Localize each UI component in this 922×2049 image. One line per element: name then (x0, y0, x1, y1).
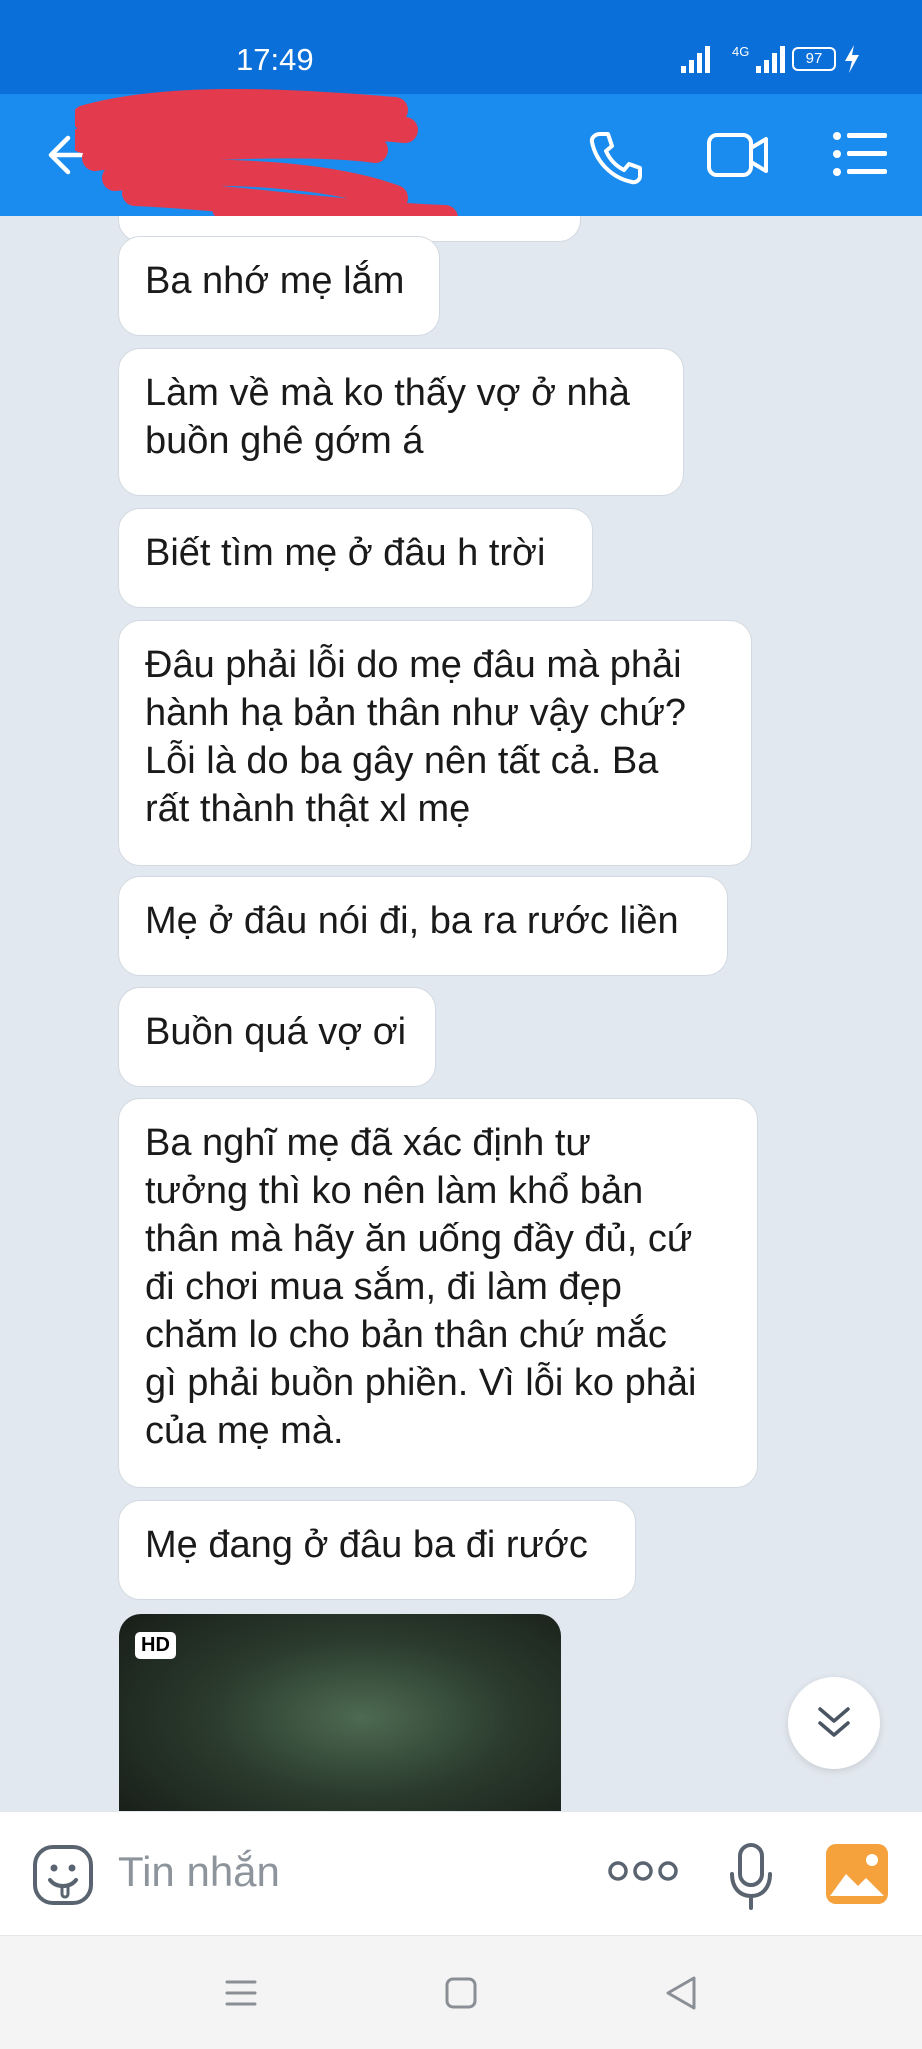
message-bubble[interactable]: Ba nhớ mẹ lắm (118, 236, 440, 336)
message-input-bar: Tin nhắn (0, 1811, 922, 1936)
double-chevron-down-icon (818, 1707, 850, 1737)
status-bar: 17:49 4G 97 (0, 0, 922, 94)
signal-icon (681, 46, 710, 73)
status-time: 17:49 (236, 42, 314, 77)
phone-call-icon[interactable] (586, 128, 644, 186)
network-type: 4G (732, 44, 750, 59)
message-bubble[interactable]: Làm về mà ko thấy vợ ở nhà buồn ghê gớm … (118, 348, 684, 496)
microphone-icon[interactable] (728, 1842, 774, 1912)
message-bubble[interactable]: Buồn quá vợ ơi (118, 987, 436, 1087)
photo-gallery-icon[interactable] (826, 1844, 888, 1904)
message-bubble[interactable]: Biết tìm mẹ ở đâu h trời (118, 508, 593, 608)
photo-message[interactable]: HD (119, 1614, 561, 1844)
more-options-icon[interactable] (608, 1856, 678, 1886)
message-input[interactable]: Tin nhắn (118, 1848, 280, 1896)
message-bubble[interactable]: Mẹ ở đâu nói đi, ba ra rước liền (118, 876, 728, 976)
video-call-icon[interactable] (706, 130, 770, 180)
back-nav-icon[interactable] (664, 1974, 698, 2012)
sticker-emoji-icon[interactable] (32, 1844, 94, 1906)
message-bubble[interactable]: Ba nghĩ mẹ đã xác định tư tưởng thì ko n… (118, 1098, 758, 1488)
menu-list-icon[interactable] (832, 128, 888, 180)
message-list[interactable]: Ba nhớ mẹ lắm Làm về mà ko thấy vợ ở nhà… (0, 216, 922, 1811)
battery-level: 97 (805, 50, 823, 67)
system-nav-bar (0, 1935, 922, 2049)
battery-icon: 97 (792, 47, 836, 71)
scroll-to-bottom-button[interactable] (788, 1677, 880, 1769)
charging-icon (845, 45, 859, 73)
hd-badge: HD (135, 1632, 176, 1659)
recent-apps-icon[interactable] (224, 1976, 258, 2010)
home-icon[interactable] (444, 1976, 478, 2010)
message-bubble[interactable]: Đâu phải lỗi do mẹ đâu mà phải hành hạ b… (118, 620, 752, 866)
signal-icon-2 (756, 46, 785, 73)
message-bubble[interactable]: Mẹ đang ở đâu ba đi rước (118, 1500, 636, 1600)
